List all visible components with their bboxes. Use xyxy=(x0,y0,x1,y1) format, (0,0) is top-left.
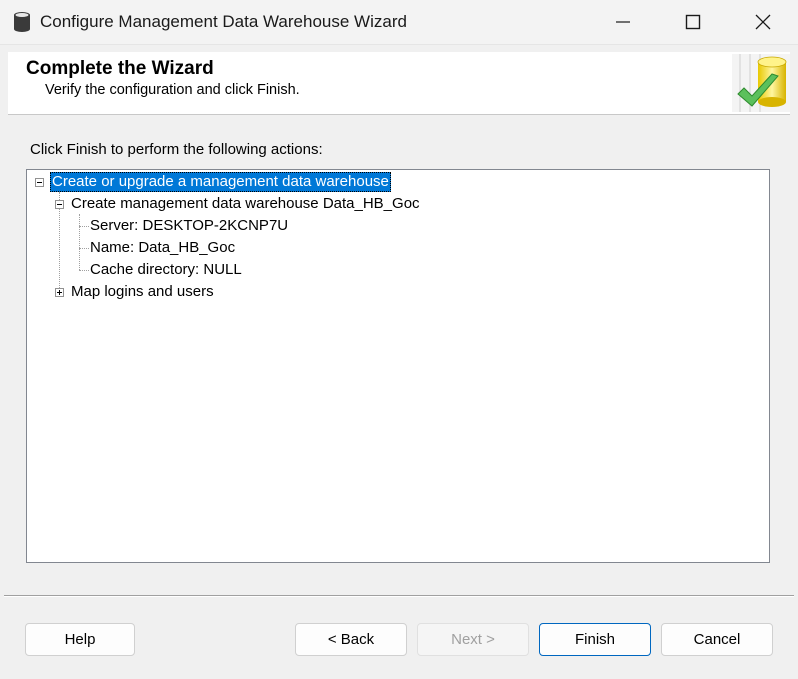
tree-leaf-server[interactable]: Server: DESKTOP-2KCNP7U xyxy=(90,216,288,236)
instruction-text: Click Finish to perform the following ac… xyxy=(30,141,323,158)
maximize-icon xyxy=(685,14,701,30)
database-icon xyxy=(12,11,32,33)
wizard-window: Configure Management Data Warehouse Wiza… xyxy=(0,0,798,679)
tree-node-root[interactable]: Create or upgrade a management data ware… xyxy=(50,172,391,192)
page-subtitle: Verify the configuration and click Finis… xyxy=(45,82,300,98)
tree-line xyxy=(79,214,80,270)
tree-line xyxy=(79,270,89,271)
actions-tree[interactable]: Create or upgrade a management data ware… xyxy=(26,169,770,563)
expand-toggle[interactable] xyxy=(55,288,64,297)
page-title: Complete the Wizard xyxy=(26,58,214,79)
close-button[interactable] xyxy=(728,0,798,44)
tree-line xyxy=(79,226,89,227)
tree-node-map-logins[interactable]: Map logins and users xyxy=(71,282,214,302)
maximize-button[interactable] xyxy=(658,0,728,44)
next-button[interactable]: Next > xyxy=(417,623,529,656)
tree-line xyxy=(79,248,89,249)
collapse-toggle[interactable] xyxy=(35,178,44,187)
minimize-icon xyxy=(616,21,630,23)
finish-button[interactable]: Finish xyxy=(539,623,651,656)
help-button[interactable]: Help xyxy=(25,623,135,656)
back-button[interactable]: < Back xyxy=(295,623,407,656)
wizard-database-logo xyxy=(732,54,790,112)
collapse-toggle[interactable] xyxy=(55,200,64,209)
footer-separator xyxy=(4,595,794,597)
tree-leaf-cache-directory[interactable]: Cache directory: NULL xyxy=(90,260,242,280)
tree-node-create-warehouse[interactable]: Create management data warehouse Data_HB… xyxy=(71,194,420,214)
cancel-button[interactable]: Cancel xyxy=(661,623,773,656)
window-title: Configure Management Data Warehouse Wiza… xyxy=(40,12,407,31)
minimize-button[interactable] xyxy=(588,0,658,44)
title-bar[interactable]: Configure Management Data Warehouse Wiza… xyxy=(0,0,798,45)
close-icon xyxy=(755,14,771,30)
wizard-header: Complete the Wizard Verify the configura… xyxy=(8,52,790,115)
tree-leaf-name[interactable]: Name: Data_HB_Goc xyxy=(90,238,235,258)
